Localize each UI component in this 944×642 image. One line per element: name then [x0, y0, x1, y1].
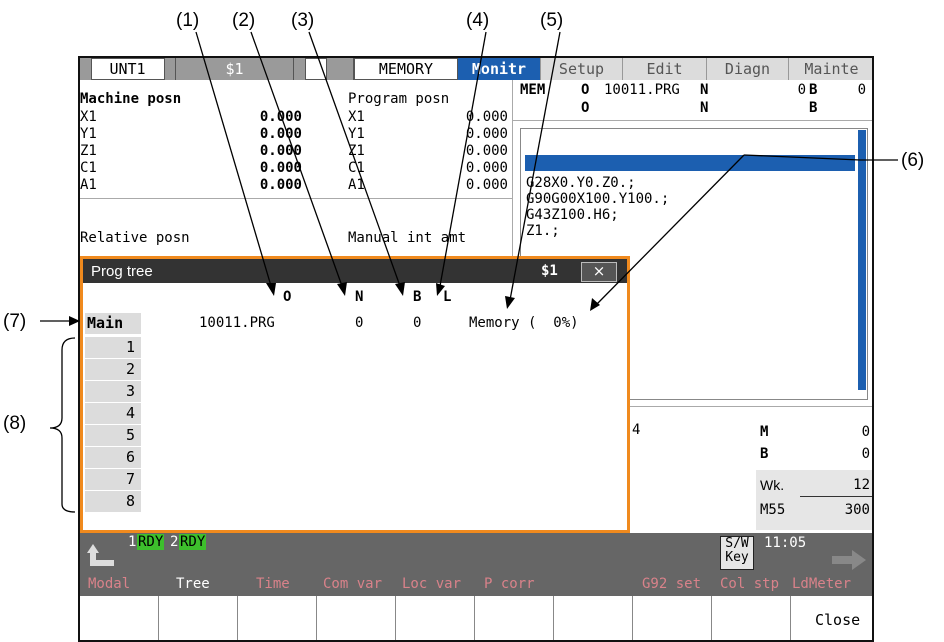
annotation-lines: [40, 31, 898, 513]
